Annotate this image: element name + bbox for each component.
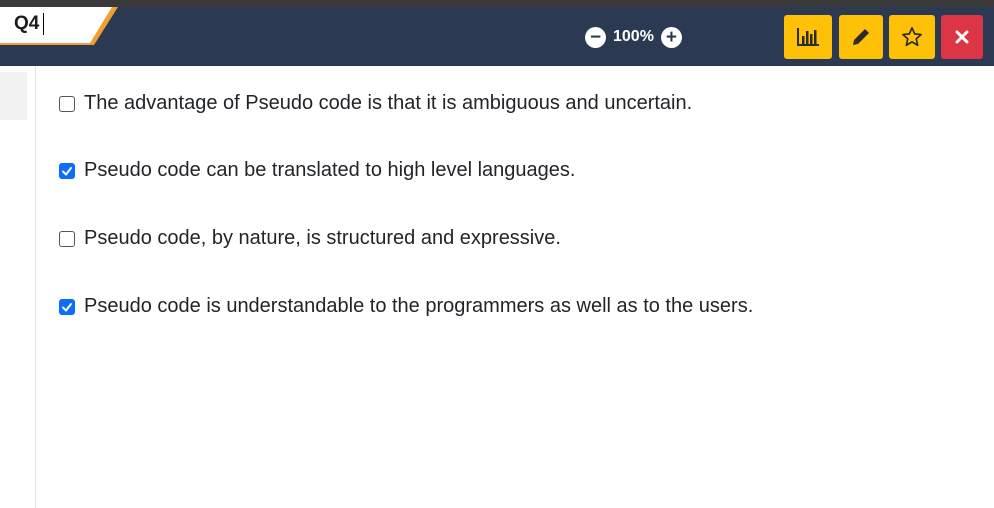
question-tab[interactable]: Q4 [0,7,118,45]
option-4-checkbox[interactable] [59,298,75,315]
option-2-checkbox[interactable] [59,162,75,179]
option-3-checkbox[interactable] [59,230,75,247]
window-top-strip [0,0,994,7]
checkmark-icon [62,166,72,175]
edit-button[interactable] [839,15,883,59]
option-3-text: Pseudo code, by nature, is structured an… [84,227,561,249]
option-2[interactable]: Pseudo code can be translated to high le… [59,159,575,182]
option-1[interactable]: The advantage of Pseudo code is that it … [59,92,692,115]
option-1-text: The advantage of Pseudo code is that it … [84,92,693,114]
zoom-control: − 100% + [585,25,682,49]
option-1-checkbox[interactable] [59,95,75,112]
stats-button[interactable] [784,15,832,59]
close-button[interactable] [941,15,983,59]
bar-chart-icon [797,28,819,46]
checkmark-icon [62,302,72,311]
favorite-button[interactable] [889,15,935,59]
question-number: Q4 [14,13,45,35]
zoom-level: 100% [613,28,654,45]
left-panel [0,66,36,508]
zoom-in-button[interactable]: + [660,26,682,48]
pencil-icon [853,29,869,45]
close-icon [955,30,969,44]
left-panel-item[interactable] [0,72,27,120]
option-3[interactable]: Pseudo code, by nature, is structured an… [59,227,561,250]
question-label: Q4 [14,13,40,34]
star-icon [902,27,922,47]
quiz-header: Q4 − 100% + [0,7,994,66]
option-4-text: Pseudo code is understandable to the pro… [84,295,754,317]
option-4[interactable]: Pseudo code is understandable to the pro… [59,295,753,318]
zoom-out-button[interactable]: − [585,26,606,48]
plus-icon: + [665,26,677,48]
option-2-text: Pseudo code can be translated to high le… [84,159,576,181]
minus-icon: − [589,26,602,48]
text-cursor [43,13,45,35]
